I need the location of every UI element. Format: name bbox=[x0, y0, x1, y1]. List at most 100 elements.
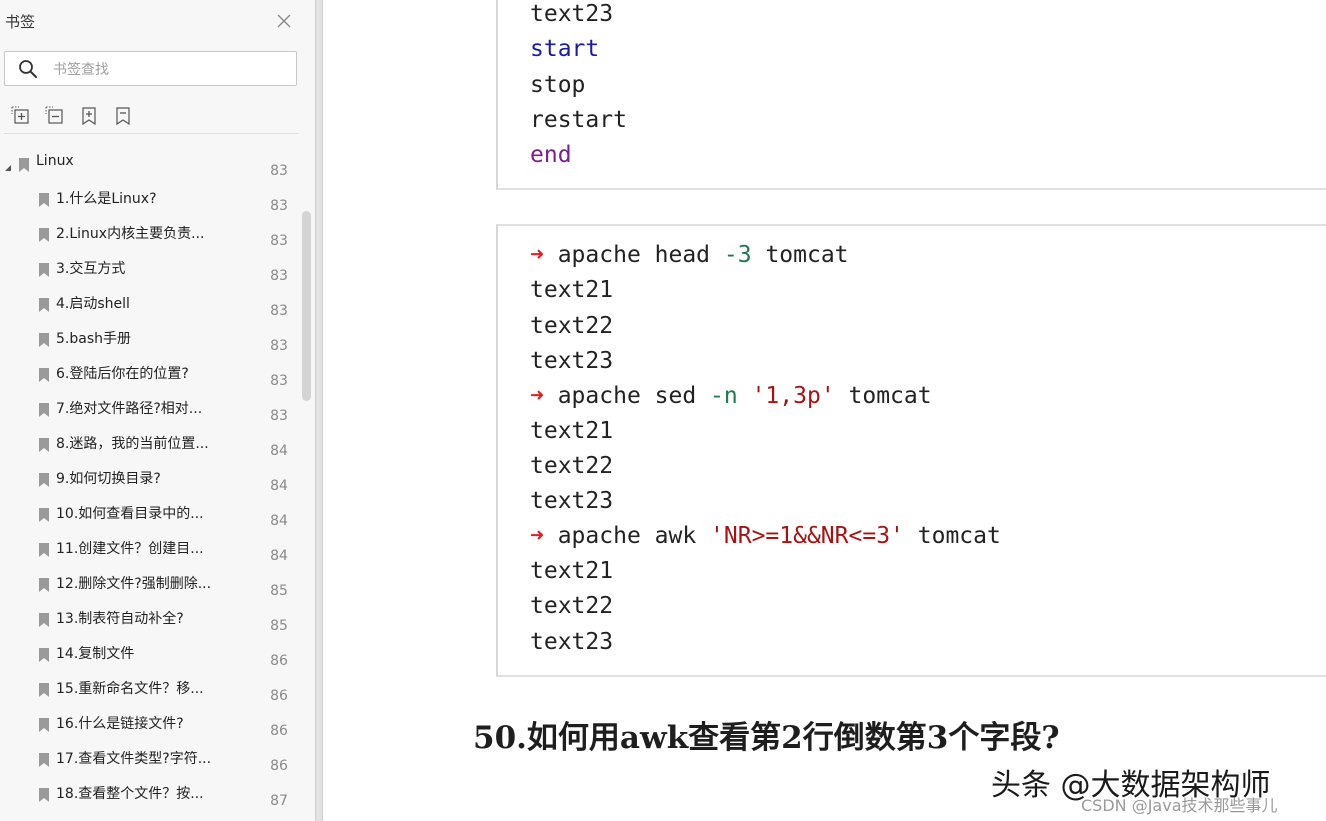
prompt-arrow-icon: ➜ bbox=[530, 242, 544, 268]
bookmark-page-number: 86 bbox=[270, 723, 288, 739]
sidebar-header: 书签 bbox=[0, 0, 315, 42]
bookmark-page-number: 84 bbox=[270, 548, 288, 564]
bookmark-item[interactable]: 2.Linux内核主要负责... 83 bbox=[0, 216, 300, 251]
bookmark-icon bbox=[38, 787, 50, 802]
bookmark-item[interactable]: 10.如何查看目录中的... 84 bbox=[0, 496, 300, 531]
command-name: head bbox=[654, 242, 724, 268]
bookmark-item[interactable]: 9.如何切换目录? 84 bbox=[0, 461, 300, 496]
bookmark-label: 6.登陆后你在的位置? bbox=[56, 366, 189, 382]
collapse-all-icon[interactable] bbox=[44, 105, 66, 127]
sidebar-scrollbar[interactable] bbox=[302, 211, 311, 401]
command-string: '1,3p' bbox=[737, 383, 835, 409]
bookmark-toolbar bbox=[8, 105, 298, 127]
command-argument: tomcat bbox=[903, 523, 1001, 549]
bookmark-icon bbox=[38, 752, 50, 767]
bookmark-item[interactable]: 16.什么是链接文件? 86 bbox=[0, 706, 300, 741]
command-option: -3 bbox=[723, 242, 752, 268]
bookmark-icon bbox=[18, 157, 30, 172]
code-line: start bbox=[530, 36, 600, 62]
bookmark-label: 17.查看文件类型?字符... bbox=[56, 751, 212, 767]
document-view: text23 start stop restart end ➜ apache h… bbox=[323, 0, 1326, 821]
output-line: text21 bbox=[530, 558, 614, 584]
bookmark-label: 9.如何切换目录? bbox=[56, 471, 161, 487]
bookmark-item[interactable]: 6.登陆后你在的位置? 83 bbox=[0, 356, 300, 391]
bookmark-page-number: 83 bbox=[270, 198, 288, 214]
add-bookmark-icon[interactable] bbox=[78, 105, 100, 127]
command-option: -n bbox=[710, 383, 738, 409]
bookmark-page-number: 83 bbox=[270, 408, 288, 424]
output-line: text22 bbox=[530, 593, 614, 619]
prompt-directory: apache bbox=[543, 242, 655, 268]
bookmark-page-number: 83 bbox=[270, 338, 288, 354]
bookmark-label: 16.什么是链接文件? bbox=[56, 716, 184, 732]
bookmark-page-number: 84 bbox=[270, 443, 288, 459]
panel-splitter[interactable] bbox=[315, 0, 323, 821]
code-line: stop bbox=[530, 72, 586, 98]
bookmark-label: 3.交互方式 bbox=[56, 261, 126, 277]
expand-all-icon[interactable] bbox=[10, 105, 32, 127]
bookmark-icon bbox=[38, 472, 50, 487]
bookmark-search-input[interactable] bbox=[51, 58, 290, 82]
bookmark-icon bbox=[38, 507, 50, 522]
bookmark-item[interactable]: 17.查看文件类型?字符... 86 bbox=[0, 741, 300, 776]
bookmark-page-number: 83 bbox=[270, 233, 288, 249]
prompt-arrow-icon: ➜ bbox=[530, 383, 544, 409]
bookmark-icon bbox=[38, 682, 50, 697]
bookmark-icon bbox=[38, 577, 50, 592]
bookmark-icon bbox=[38, 332, 50, 347]
command-argument: tomcat bbox=[834, 383, 932, 409]
bookmark-icon bbox=[38, 717, 50, 732]
code-line: text23 bbox=[530, 1, 614, 27]
code-block: ➜ apache head -3 tomcat text21 text22 te… bbox=[496, 224, 1326, 677]
expand-triangle-icon[interactable] bbox=[4, 157, 12, 171]
bookmark-item[interactable]: 7.绝对文件路径?相对... 83 bbox=[0, 391, 300, 426]
bookmark-icon bbox=[38, 542, 50, 557]
bookmark-item[interactable]: 13.制表符自动补全? 85 bbox=[0, 601, 300, 636]
bookmark-page-number: 84 bbox=[270, 478, 288, 494]
bookmark-label: 8.迷路，我的当前位置... bbox=[56, 436, 209, 452]
bookmark-label: 5.bash手册 bbox=[56, 331, 131, 347]
prompt-directory: apache bbox=[543, 383, 655, 409]
bookmark-icon bbox=[38, 647, 50, 662]
bookmark-item[interactable]: 4.启动shell 83 bbox=[0, 286, 300, 321]
command-string: 'NR>=1&&NR<=3' bbox=[710, 523, 904, 549]
command-argument: tomcat bbox=[751, 242, 849, 268]
bookmark-item[interactable]: 5.bash手册 83 bbox=[0, 321, 300, 356]
bookmark-page-number: 86 bbox=[270, 758, 288, 774]
bookmark-label: 18.查看整个文件？按... bbox=[56, 786, 204, 802]
bookmark-list: Linux 83 1.什么是Linux? 83 2.Linux内核主要负责... 83… bbox=[0, 146, 300, 821]
search-icon bbox=[18, 59, 38, 79]
bookmark-page-number: 86 bbox=[270, 653, 288, 669]
bookmark-item[interactable]: 3.交互方式 83 bbox=[0, 251, 300, 286]
bookmark-page-number: 83 bbox=[270, 303, 288, 319]
bookmark-item[interactable]: 14.复制文件 86 bbox=[0, 636, 300, 671]
bookmark-search-box bbox=[4, 51, 297, 86]
close-icon[interactable] bbox=[274, 11, 294, 31]
code-block: text23 start stop restart end bbox=[496, 0, 1326, 190]
shell-command-line: ➜ apache sed -n '1,3p' tomcat bbox=[530, 381, 932, 411]
bookmark-page-number: 86 bbox=[270, 688, 288, 704]
bookmark-label: 13.制表符自动补全? bbox=[56, 611, 184, 627]
bookmark-page-number: 85 bbox=[270, 618, 288, 634]
bookmark-item[interactable]: 1.什么是Linux? 83 bbox=[0, 181, 300, 216]
bookmark-icon bbox=[38, 297, 50, 312]
bookmark-icon[interactable] bbox=[112, 105, 134, 127]
bookmark-label: 10.如何查看目录中的... bbox=[56, 506, 204, 522]
bookmark-label: 11.创建文件？创建目... bbox=[56, 541, 204, 557]
bookmark-page-number: 83 bbox=[270, 268, 288, 284]
bookmark-icon bbox=[38, 437, 50, 452]
bookmark-icon bbox=[38, 612, 50, 627]
bookmark-item[interactable]: 15.重新命名文件？移... 86 bbox=[0, 671, 300, 706]
prompt-arrow-icon: ➜ bbox=[530, 523, 544, 549]
bookmark-item[interactable]: 11.创建文件？创建目... 84 bbox=[0, 531, 300, 566]
bookmark-item[interactable]: 8.迷路，我的当前位置... 84 bbox=[0, 426, 300, 461]
bookmark-icon bbox=[38, 402, 50, 417]
bookmark-item[interactable]: 12.删除文件?强制删除... 85 bbox=[0, 566, 300, 601]
sidebar-title: 书签 bbox=[5, 13, 36, 31]
output-line: text22 bbox=[530, 313, 614, 339]
bookmark-label: 2.Linux内核主要负责... bbox=[56, 226, 205, 242]
bookmark-root-linux[interactable]: Linux 83 bbox=[0, 146, 300, 181]
bookmark-icon bbox=[38, 192, 50, 207]
bookmark-item[interactable]: 18.查看整个文件？按... 87 bbox=[0, 776, 300, 811]
bookmark-icon bbox=[38, 227, 50, 242]
